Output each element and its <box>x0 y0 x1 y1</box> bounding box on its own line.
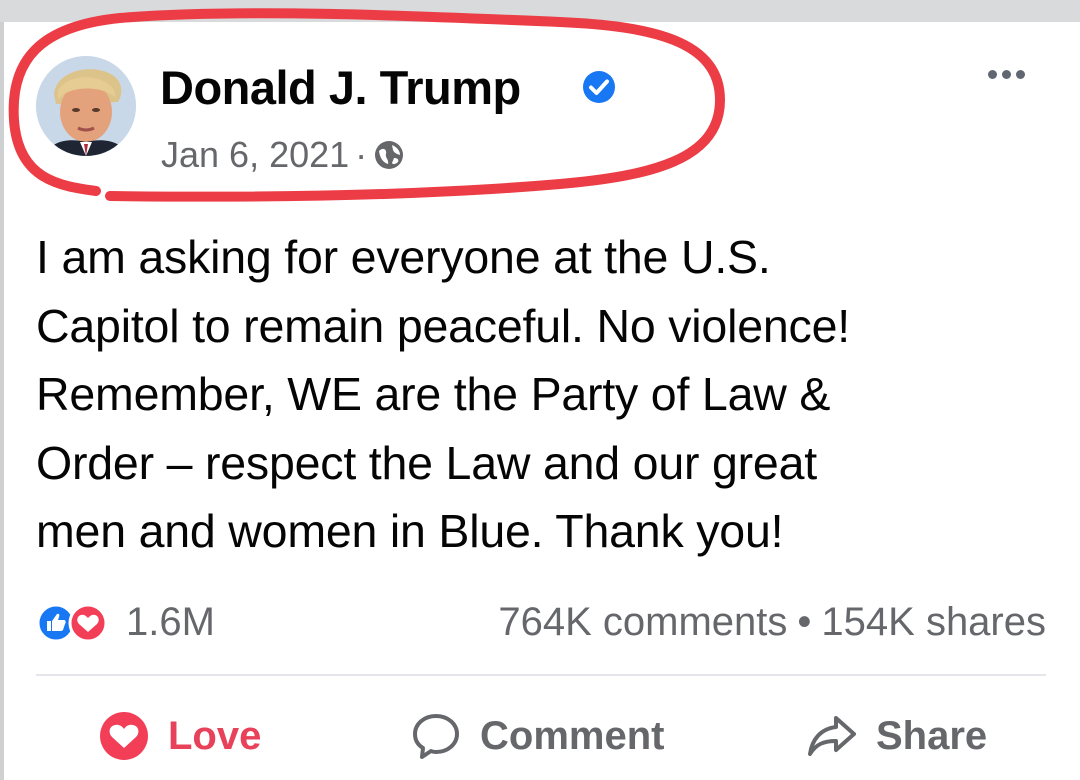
shares-count[interactable]: 154K shares <box>821 600 1046 644</box>
post-date[interactable]: Jan 6, 2021 <box>161 134 349 176</box>
love-icon <box>68 603 108 642</box>
avatar-photo <box>36 56 136 156</box>
share-button[interactable]: Share <box>806 710 987 762</box>
reaction-icon-pair <box>36 603 108 642</box>
reactions-count: 1.6M <box>126 600 215 644</box>
author-name[interactable]: Donald J. Trump <box>160 60 521 115</box>
actions-row: Love Comment Share <box>36 700 1046 772</box>
share-arrow-icon <box>808 716 856 756</box>
post-text: I am asking for everyone at the U.S. Cap… <box>36 231 850 557</box>
facebook-post-screenshot: Donald J. Trump Jan 6, 2021 · I am askin… <box>0 0 1080 780</box>
love-reaction-icon <box>100 712 148 760</box>
meta-separator: · <box>355 134 368 175</box>
comment-bubble-icon <box>413 714 459 759</box>
dot <box>1001 69 1011 79</box>
dot <box>987 69 997 79</box>
comment-button[interactable]: Comment <box>410 710 664 762</box>
globe-icon <box>375 141 404 169</box>
reaction-icons <box>36 603 122 643</box>
bullet-separator: • <box>797 600 812 644</box>
top-edge <box>0 0 1080 22</box>
reactions-summary[interactable]: 1.6M <box>36 600 215 645</box>
stats-row: 1.6M 764K comments • 154K shares <box>36 590 1046 650</box>
comments-count[interactable]: 764K comments <box>498 600 787 644</box>
divider <box>36 674 1046 676</box>
post-meta: Jan 6, 2021 · <box>161 134 405 176</box>
comment-button-label: Comment <box>480 713 665 758</box>
love-button-label: Love <box>168 713 262 758</box>
share-button-label: Share <box>876 713 988 758</box>
dot <box>1015 69 1025 79</box>
avatar[interactable] <box>36 56 136 156</box>
more-options-icon[interactable] <box>978 62 1034 86</box>
love-button[interactable]: Love <box>98 710 261 762</box>
comments-shares-summary: 764K comments • 154K shares <box>498 600 1046 645</box>
verified-badge-icon <box>583 71 615 103</box>
